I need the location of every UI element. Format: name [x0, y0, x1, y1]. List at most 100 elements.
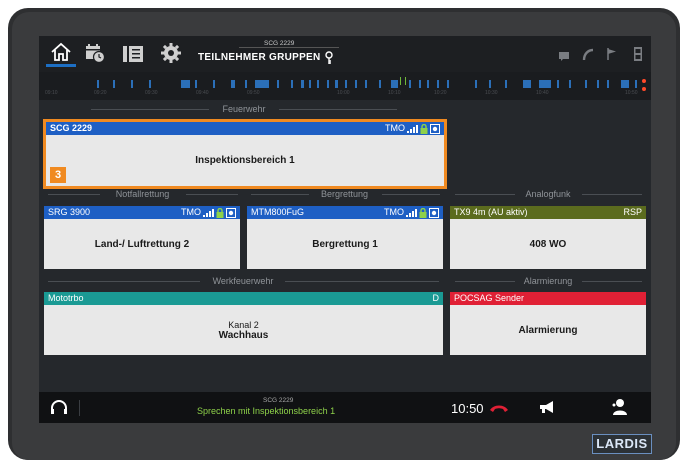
timeline-now-marker	[642, 87, 646, 91]
timeline-activity-segment	[391, 80, 398, 88]
channel-description: Land-/ Luftrettung 2	[94, 238, 190, 250]
alarm-horn-button[interactable]	[537, 399, 557, 415]
timeline-activity-segment	[557, 80, 559, 88]
settings-chip-icon	[430, 123, 440, 134]
headset-button[interactable]	[49, 398, 69, 418]
card-status: RSP	[623, 206, 642, 219]
address-book-icon	[123, 46, 143, 62]
contacts-button[interactable]	[121, 44, 145, 64]
mode-label: D	[432, 293, 440, 303]
channel-card-pocsag[interactable]: POCSAG Sender Alarmierung	[450, 292, 646, 355]
timeline-activity-segment	[97, 80, 99, 88]
calendar-clock-icon	[86, 44, 106, 64]
channel-card-scg-2229[interactable]: SCG 2229 TMO Inspektionsbereich 1 3	[43, 119, 447, 189]
nav-gruppen[interactable]: GRUPPEN	[269, 52, 321, 63]
lock-icon	[419, 207, 427, 218]
settings-chip-icon	[226, 207, 236, 218]
lock-icon	[216, 207, 224, 218]
timeline-activity-segment	[213, 80, 215, 88]
activity-timeline[interactable]: 09:10 09:20 09:30 09:40 09:50 10:00 10:1…	[39, 72, 651, 100]
timeline-activity-segment	[195, 80, 197, 88]
gear-icon	[161, 43, 181, 63]
top-group-label: SCG 2229	[264, 40, 295, 47]
channel-card-mototrbo[interactable]: Mototrbo D Kanal 2 Wachhaus	[44, 292, 443, 355]
group-notfallrettung: Notfallrettung	[43, 188, 242, 202]
user-status-button[interactable]	[610, 397, 630, 417]
timeline-activity-segment	[231, 80, 235, 88]
headset-icon	[51, 400, 67, 414]
timeline-label: 09:10	[45, 90, 58, 96]
channel-subtitle: Kanal 2	[228, 319, 259, 330]
timeline-activity-segment	[607, 80, 609, 88]
hangup-button[interactable]	[488, 401, 510, 415]
channel-card-mtm800fug[interactable]: MTM800FuG TMO Bergrettung 1	[247, 206, 443, 269]
message-button[interactable]	[558, 49, 570, 61]
settings-button[interactable]	[160, 42, 182, 64]
channel-card-srg-3900[interactable]: SRG 3900 TMO Land-/ Luftrettung 2	[44, 206, 240, 269]
flag-button[interactable]	[606, 47, 618, 61]
mode-label: TMO	[385, 123, 405, 133]
timeline-activity-segment	[489, 80, 491, 88]
group-bergrettung: Bergrettung	[246, 188, 443, 202]
timeline-activity-segment	[277, 80, 279, 88]
channel-name: Mototrbo	[48, 293, 84, 303]
clock: 10:50	[451, 401, 484, 416]
timeline-activity-segment	[245, 80, 247, 88]
call-button[interactable]	[582, 48, 594, 62]
signal-icon	[407, 125, 418, 133]
timeline-activity-segment	[585, 80, 587, 88]
card-body: Kanal 2 Wachhaus	[44, 305, 443, 355]
group-label-divider	[239, 47, 339, 48]
card-header: MTM800FuG TMO	[247, 206, 443, 219]
card-header: Mototrbo D	[44, 292, 443, 305]
timeline-label: 10:30	[485, 90, 498, 96]
timeline-label: 10:10	[388, 90, 401, 96]
timeline-activity-segment	[113, 80, 115, 88]
timeline-label: 09:20	[94, 90, 107, 96]
speaking-status: Sprechen mit Inspektionsbereich 1	[197, 406, 336, 416]
card-body: Land-/ Luftrettung 2	[44, 219, 240, 269]
timeline-activity-segment	[597, 80, 599, 88]
timeline-activity-segment	[355, 80, 357, 88]
timeline-activity-segment	[335, 80, 338, 88]
channel-name: SRG 3900	[48, 207, 91, 217]
emergency-key-button[interactable]	[323, 51, 335, 65]
device-button[interactable]	[632, 46, 644, 62]
channel-description: Inspektionsbereich 1	[195, 155, 295, 166]
card-body: 408 WO	[450, 219, 646, 269]
timeline-labels: 09:10 09:20 09:30 09:40 09:50 10:00 10:1…	[39, 90, 651, 98]
card-body: Bergrettung 1	[247, 219, 443, 269]
card-body: Alarmierung	[450, 305, 646, 355]
divider	[582, 194, 642, 195]
timeline-activity-segment	[365, 80, 367, 88]
card-status: TMO	[181, 206, 236, 219]
timeline-label: 10:00	[337, 90, 350, 96]
timeline-label: 09:30	[145, 90, 158, 96]
card-status: D	[433, 292, 440, 305]
timeline-activity-segment	[409, 80, 411, 88]
bottom-group-label: SCG 2229	[263, 397, 294, 404]
divider	[285, 281, 439, 282]
signal-icon	[406, 209, 417, 217]
channel-card-tx9[interactable]: TX9 4m (AU aktiv) RSP 408 WO	[450, 206, 646, 269]
timeline-label: 09:40	[196, 90, 209, 96]
card-status: TMO	[385, 122, 440, 135]
nav-teilnehmer[interactable]: TEILNEHMER	[198, 52, 266, 63]
channel-description: Bergrettung 1	[312, 238, 378, 250]
mode-label: TMO	[181, 207, 201, 217]
home-button[interactable]	[46, 39, 76, 67]
card-header: POCSAG Sender	[450, 292, 646, 305]
screen: SCG 2229 TEILNEHMER GRUPPEN 09:10 09:20 …	[39, 36, 651, 423]
user-icon	[612, 399, 627, 415]
lock-icon	[420, 123, 428, 134]
timeline-activity-segment	[379, 80, 381, 88]
timeline-activity-segment	[327, 80, 329, 88]
settings-chip-icon	[429, 207, 439, 218]
schedule-button[interactable]	[84, 42, 106, 64]
group-analogfunk: Analogfunk	[450, 188, 646, 202]
channel-description: Wachhaus	[218, 329, 269, 341]
timeline-activity-segment	[447, 80, 449, 88]
megaphone-icon	[540, 401, 553, 413]
signal-icon	[203, 209, 214, 217]
timeline-activity-segment	[301, 80, 304, 88]
